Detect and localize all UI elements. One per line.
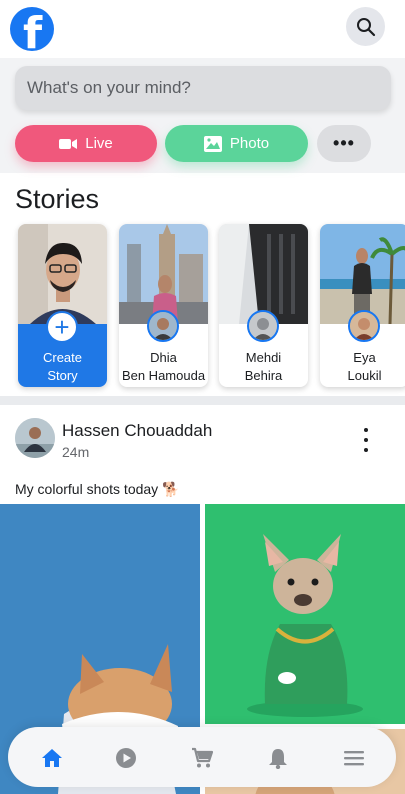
top-bar: f [0, 0, 405, 58]
avatar [247, 310, 279, 342]
live-label: Live [85, 135, 113, 152]
nav-watch-button[interactable] [113, 745, 139, 771]
bell-icon [269, 749, 287, 769]
composer-area: Live Photo ••• [0, 58, 405, 173]
story-label: Eya Loukil [347, 350, 382, 383]
search-button[interactable] [346, 7, 385, 46]
nav-marketplace-button[interactable] [189, 745, 215, 771]
bottom-navigation [8, 727, 396, 787]
photo-button[interactable]: Photo [165, 125, 308, 162]
play-circle-icon [116, 748, 136, 768]
more-options-button[interactable]: ••• [317, 125, 371, 162]
home-icon [42, 749, 62, 767]
post-timestamp: 24m [62, 444, 90, 460]
video-camera-icon [59, 138, 78, 149]
avatar [348, 310, 380, 342]
photo-label: Photo [229, 135, 270, 152]
logo-letter: f [23, 8, 43, 51]
post-caption: My colorful shots today 🐕 [15, 481, 180, 497]
story-photo [320, 224, 405, 324]
story-label: Create Story [42, 350, 83, 383]
post-author-avatar[interactable] [15, 418, 55, 458]
live-button[interactable]: Live [15, 125, 157, 162]
facebook-logo-icon[interactable]: f [10, 7, 54, 51]
create-story-card[interactable]: + Create Story [18, 224, 107, 387]
story-card[interactable]: Eya Loukil [320, 224, 405, 387]
avatar [147, 310, 179, 342]
story-label: Mehdi Behira [244, 350, 283, 383]
plus-icon[interactable]: + [46, 311, 78, 343]
nav-menu-button[interactable] [341, 745, 367, 771]
story-card[interactable]: Mehdi Behira [219, 224, 308, 387]
more-vertical-icon[interactable] [358, 428, 374, 452]
nav-notifications-button[interactable] [265, 745, 291, 771]
section-divider [0, 396, 405, 405]
status-input[interactable] [15, 66, 391, 110]
user-photo [18, 224, 107, 324]
post-author-name[interactable]: Hassen Chouaddah [62, 421, 212, 441]
more-dots-icon: ••• [333, 133, 355, 153]
hamburger-menu-icon [344, 751, 364, 766]
cart-icon [192, 747, 213, 768]
image-icon [203, 135, 222, 152]
story-card[interactable]: Dhia Ben Hamouda [119, 224, 208, 387]
nav-home-button[interactable] [39, 745, 65, 771]
stories-heading: Stories [15, 184, 100, 214]
story-label: Dhia Ben Hamouda [121, 350, 206, 383]
post-image[interactable] [205, 504, 405, 724]
story-photo [119, 224, 208, 324]
story-photo [219, 224, 308, 324]
search-icon [356, 17, 375, 36]
